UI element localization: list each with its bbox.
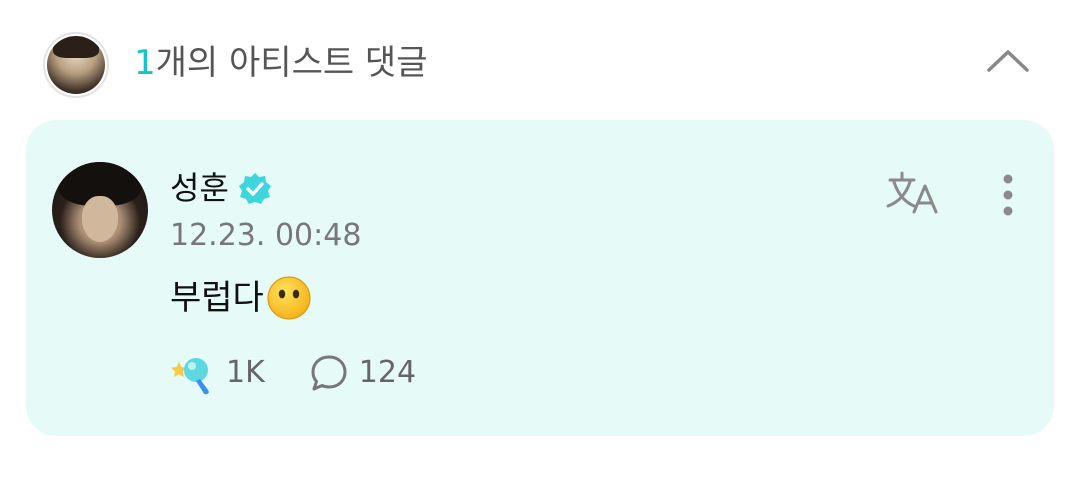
like-count: 1K: [226, 355, 265, 390]
translate-icon: [886, 171, 938, 214]
artist-comments-panel: 1개의 아티스트 댓글 성훈 12.23. 00:48 부럽다 1K 124: [0, 0, 1080, 498]
author-name[interactable]: 성훈: [170, 166, 229, 210]
face-without-mouth-emoji-icon: [267, 276, 311, 320]
translate-button[interactable]: [884, 168, 944, 220]
comment-reactions: 1K 124: [170, 348, 416, 398]
artist-comment-count: 1: [134, 43, 156, 83]
artist-comments-title: 1개의 아티스트 댓글: [134, 40, 428, 86]
comment-timestamp: 12.23. 00:48: [170, 218, 362, 253]
reply-button[interactable]: 124: [309, 353, 416, 393]
artist-comments-title-text: 개의 아티스트 댓글: [155, 43, 428, 83]
comment-body: 부럽다: [170, 270, 312, 326]
artist-comments-header[interactable]: 1개의 아티스트 댓글: [0, 0, 1080, 120]
comment-bubble-icon: [311, 355, 347, 391]
more-vertical-icon: [1003, 174, 1013, 216]
collapse-button[interactable]: [980, 36, 1036, 84]
comment-text: 부럽다: [170, 278, 264, 318]
lightstick-like-icon: [171, 358, 209, 395]
more-options-button[interactable]: [986, 168, 1030, 222]
header-artist-avatar: [43, 32, 109, 98]
artist-comment-card: 성훈 12.23. 00:48 부럽다 1K 124: [26, 120, 1054, 436]
verified-badge-icon: [239, 173, 271, 204]
like-button[interactable]: 1K: [170, 350, 265, 396]
chevron-up-icon: [987, 50, 1029, 72]
author-avatar[interactable]: [52, 162, 148, 258]
reply-count: 124: [358, 355, 417, 390]
